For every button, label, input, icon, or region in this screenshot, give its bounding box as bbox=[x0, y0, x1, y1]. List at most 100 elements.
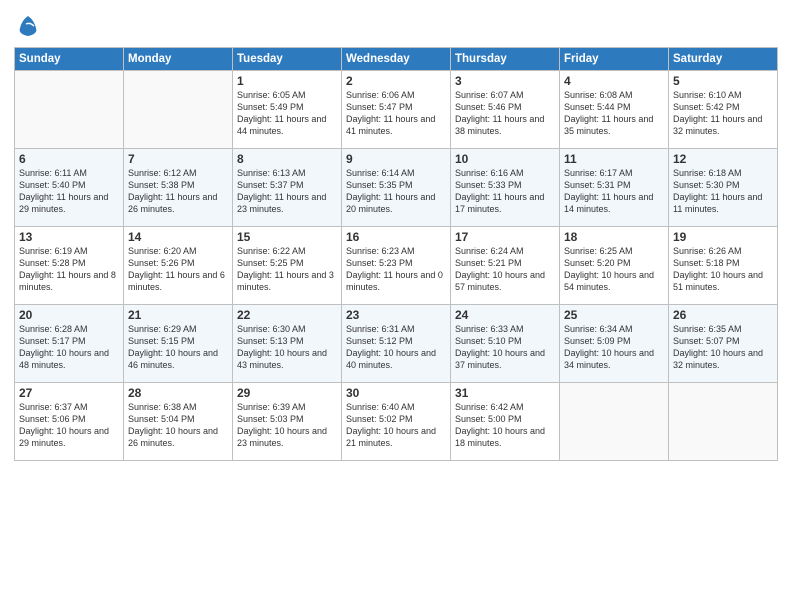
day-number: 5 bbox=[673, 74, 773, 88]
day-info: Sunrise: 6:33 AM Sunset: 5:10 PM Dayligh… bbox=[455, 323, 555, 372]
day-info: Sunrise: 6:37 AM Sunset: 5:06 PM Dayligh… bbox=[19, 401, 119, 450]
day-info: Sunrise: 6:23 AM Sunset: 5:23 PM Dayligh… bbox=[346, 245, 446, 294]
day-info: Sunrise: 6:40 AM Sunset: 5:02 PM Dayligh… bbox=[346, 401, 446, 450]
day-number: 19 bbox=[673, 230, 773, 244]
day-number: 29 bbox=[237, 386, 337, 400]
calendar-cell: 14Sunrise: 6:20 AM Sunset: 5:26 PM Dayli… bbox=[124, 226, 233, 304]
calendar-cell: 8Sunrise: 6:13 AM Sunset: 5:37 PM Daylig… bbox=[233, 148, 342, 226]
calendar-cell: 29Sunrise: 6:39 AM Sunset: 5:03 PM Dayli… bbox=[233, 382, 342, 460]
calendar-cell: 22Sunrise: 6:30 AM Sunset: 5:13 PM Dayli… bbox=[233, 304, 342, 382]
day-number: 6 bbox=[19, 152, 119, 166]
weekday-header-friday: Friday bbox=[560, 47, 669, 70]
day-number: 7 bbox=[128, 152, 228, 166]
day-info: Sunrise: 6:22 AM Sunset: 5:25 PM Dayligh… bbox=[237, 245, 337, 294]
calendar-cell: 12Sunrise: 6:18 AM Sunset: 5:30 PM Dayli… bbox=[669, 148, 778, 226]
day-info: Sunrise: 6:13 AM Sunset: 5:37 PM Dayligh… bbox=[237, 167, 337, 216]
calendar-cell: 7Sunrise: 6:12 AM Sunset: 5:38 PM Daylig… bbox=[124, 148, 233, 226]
day-info: Sunrise: 6:39 AM Sunset: 5:03 PM Dayligh… bbox=[237, 401, 337, 450]
day-info: Sunrise: 6:20 AM Sunset: 5:26 PM Dayligh… bbox=[128, 245, 228, 294]
day-info: Sunrise: 6:18 AM Sunset: 5:30 PM Dayligh… bbox=[673, 167, 773, 216]
calendar-cell: 9Sunrise: 6:14 AM Sunset: 5:35 PM Daylig… bbox=[342, 148, 451, 226]
calendar-cell bbox=[669, 382, 778, 460]
calendar-cell: 20Sunrise: 6:28 AM Sunset: 5:17 PM Dayli… bbox=[15, 304, 124, 382]
day-info: Sunrise: 6:38 AM Sunset: 5:04 PM Dayligh… bbox=[128, 401, 228, 450]
calendar-cell: 4Sunrise: 6:08 AM Sunset: 5:44 PM Daylig… bbox=[560, 70, 669, 148]
day-info: Sunrise: 6:14 AM Sunset: 5:35 PM Dayligh… bbox=[346, 167, 446, 216]
weekday-header-thursday: Thursday bbox=[451, 47, 560, 70]
day-number: 23 bbox=[346, 308, 446, 322]
day-info: Sunrise: 6:42 AM Sunset: 5:00 PM Dayligh… bbox=[455, 401, 555, 450]
day-info: Sunrise: 6:17 AM Sunset: 5:31 PM Dayligh… bbox=[564, 167, 664, 216]
day-info: Sunrise: 6:06 AM Sunset: 5:47 PM Dayligh… bbox=[346, 89, 446, 138]
day-info: Sunrise: 6:24 AM Sunset: 5:21 PM Dayligh… bbox=[455, 245, 555, 294]
day-info: Sunrise: 6:11 AM Sunset: 5:40 PM Dayligh… bbox=[19, 167, 119, 216]
calendar-cell: 21Sunrise: 6:29 AM Sunset: 5:15 PM Dayli… bbox=[124, 304, 233, 382]
weekday-header-saturday: Saturday bbox=[669, 47, 778, 70]
day-number: 31 bbox=[455, 386, 555, 400]
day-number: 28 bbox=[128, 386, 228, 400]
day-number: 14 bbox=[128, 230, 228, 244]
day-number: 30 bbox=[346, 386, 446, 400]
day-info: Sunrise: 6:34 AM Sunset: 5:09 PM Dayligh… bbox=[564, 323, 664, 372]
calendar-cell: 30Sunrise: 6:40 AM Sunset: 5:02 PM Dayli… bbox=[342, 382, 451, 460]
logo-icon bbox=[16, 14, 40, 38]
day-info: Sunrise: 6:16 AM Sunset: 5:33 PM Dayligh… bbox=[455, 167, 555, 216]
calendar-table: SundayMondayTuesdayWednesdayThursdayFrid… bbox=[14, 47, 778, 461]
day-number: 15 bbox=[237, 230, 337, 244]
calendar-week-3: 13Sunrise: 6:19 AM Sunset: 5:28 PM Dayli… bbox=[15, 226, 778, 304]
weekday-header-monday: Monday bbox=[124, 47, 233, 70]
day-number: 27 bbox=[19, 386, 119, 400]
day-number: 1 bbox=[237, 74, 337, 88]
calendar-cell: 19Sunrise: 6:26 AM Sunset: 5:18 PM Dayli… bbox=[669, 226, 778, 304]
calendar-cell: 16Sunrise: 6:23 AM Sunset: 5:23 PM Dayli… bbox=[342, 226, 451, 304]
calendar-cell bbox=[560, 382, 669, 460]
calendar-cell: 23Sunrise: 6:31 AM Sunset: 5:12 PM Dayli… bbox=[342, 304, 451, 382]
day-info: Sunrise: 6:26 AM Sunset: 5:18 PM Dayligh… bbox=[673, 245, 773, 294]
weekday-header-row: SundayMondayTuesdayWednesdayThursdayFrid… bbox=[15, 47, 778, 70]
day-number: 4 bbox=[564, 74, 664, 88]
day-number: 2 bbox=[346, 74, 446, 88]
day-number: 10 bbox=[455, 152, 555, 166]
day-info: Sunrise: 6:29 AM Sunset: 5:15 PM Dayligh… bbox=[128, 323, 228, 372]
calendar-cell: 13Sunrise: 6:19 AM Sunset: 5:28 PM Dayli… bbox=[15, 226, 124, 304]
calendar-body: 1Sunrise: 6:05 AM Sunset: 5:49 PM Daylig… bbox=[15, 70, 778, 460]
calendar-cell bbox=[124, 70, 233, 148]
day-info: Sunrise: 6:12 AM Sunset: 5:38 PM Dayligh… bbox=[128, 167, 228, 216]
calendar-cell: 18Sunrise: 6:25 AM Sunset: 5:20 PM Dayli… bbox=[560, 226, 669, 304]
calendar-cell: 10Sunrise: 6:16 AM Sunset: 5:33 PM Dayli… bbox=[451, 148, 560, 226]
day-info: Sunrise: 6:25 AM Sunset: 5:20 PM Dayligh… bbox=[564, 245, 664, 294]
day-info: Sunrise: 6:05 AM Sunset: 5:49 PM Dayligh… bbox=[237, 89, 337, 138]
calendar-week-5: 27Sunrise: 6:37 AM Sunset: 5:06 PM Dayli… bbox=[15, 382, 778, 460]
calendar-cell: 6Sunrise: 6:11 AM Sunset: 5:40 PM Daylig… bbox=[15, 148, 124, 226]
day-info: Sunrise: 6:07 AM Sunset: 5:46 PM Dayligh… bbox=[455, 89, 555, 138]
calendar-cell: 24Sunrise: 6:33 AM Sunset: 5:10 PM Dayli… bbox=[451, 304, 560, 382]
day-number: 8 bbox=[237, 152, 337, 166]
day-info: Sunrise: 6:19 AM Sunset: 5:28 PM Dayligh… bbox=[19, 245, 119, 294]
day-info: Sunrise: 6:28 AM Sunset: 5:17 PM Dayligh… bbox=[19, 323, 119, 372]
calendar-cell: 28Sunrise: 6:38 AM Sunset: 5:04 PM Dayli… bbox=[124, 382, 233, 460]
day-number: 25 bbox=[564, 308, 664, 322]
calendar-week-1: 1Sunrise: 6:05 AM Sunset: 5:49 PM Daylig… bbox=[15, 70, 778, 148]
day-number: 26 bbox=[673, 308, 773, 322]
calendar-week-4: 20Sunrise: 6:28 AM Sunset: 5:17 PM Dayli… bbox=[15, 304, 778, 382]
day-info: Sunrise: 6:35 AM Sunset: 5:07 PM Dayligh… bbox=[673, 323, 773, 372]
header-row bbox=[14, 10, 778, 43]
day-number: 17 bbox=[455, 230, 555, 244]
day-info: Sunrise: 6:10 AM Sunset: 5:42 PM Dayligh… bbox=[673, 89, 773, 138]
day-number: 24 bbox=[455, 308, 555, 322]
calendar-cell: 1Sunrise: 6:05 AM Sunset: 5:49 PM Daylig… bbox=[233, 70, 342, 148]
day-number: 9 bbox=[346, 152, 446, 166]
day-number: 21 bbox=[128, 308, 228, 322]
calendar-cell bbox=[15, 70, 124, 148]
day-number: 3 bbox=[455, 74, 555, 88]
calendar-week-2: 6Sunrise: 6:11 AM Sunset: 5:40 PM Daylig… bbox=[15, 148, 778, 226]
calendar-cell: 25Sunrise: 6:34 AM Sunset: 5:09 PM Dayli… bbox=[560, 304, 669, 382]
day-info: Sunrise: 6:08 AM Sunset: 5:44 PM Dayligh… bbox=[564, 89, 664, 138]
calendar-cell: 2Sunrise: 6:06 AM Sunset: 5:47 PM Daylig… bbox=[342, 70, 451, 148]
calendar-cell: 3Sunrise: 6:07 AM Sunset: 5:46 PM Daylig… bbox=[451, 70, 560, 148]
calendar-container: SundayMondayTuesdayWednesdayThursdayFrid… bbox=[0, 0, 792, 469]
day-number: 11 bbox=[564, 152, 664, 166]
calendar-cell: 31Sunrise: 6:42 AM Sunset: 5:00 PM Dayli… bbox=[451, 382, 560, 460]
calendar-cell: 17Sunrise: 6:24 AM Sunset: 5:21 PM Dayli… bbox=[451, 226, 560, 304]
weekday-header-sunday: Sunday bbox=[15, 47, 124, 70]
